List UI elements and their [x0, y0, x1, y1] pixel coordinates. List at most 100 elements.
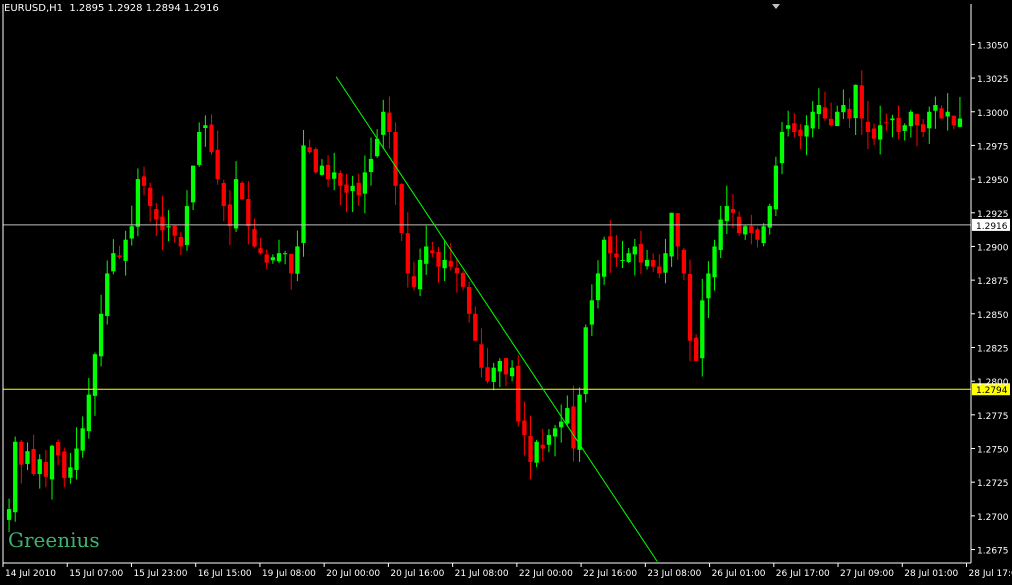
- candle-body: [927, 111, 932, 129]
- candle-body: [589, 300, 595, 325]
- price-chart[interactable]: 1.29161.2794 1.30501.30251.30001.29751.2…: [0, 0, 1012, 581]
- candle-body: [141, 176, 147, 186]
- candle-body: [166, 226, 171, 228]
- y-tick-label: 1.2975: [977, 142, 1009, 152]
- candle-body: [491, 367, 496, 382]
- candle-body: [356, 182, 361, 196]
- candle-body: [86, 394, 91, 432]
- candle-body: [442, 259, 447, 269]
- candle-body: [276, 253, 282, 262]
- candle-body: [319, 165, 325, 175]
- candle-body: [632, 246, 637, 255]
- candle-body: [528, 435, 533, 462]
- y-tick-label: 1.2825: [977, 344, 1009, 354]
- y-tick-label: 1.2775: [977, 412, 1009, 422]
- candle-body: [896, 117, 901, 132]
- candle-body: [595, 273, 601, 301]
- candle-body: [485, 367, 490, 382]
- candle-body: [810, 111, 815, 129]
- candle-body: [497, 360, 502, 372]
- candle-body: [669, 212, 674, 257]
- candle-body: [197, 131, 202, 165]
- candle-body: [816, 105, 821, 114]
- candle-body: [657, 266, 662, 274]
- chart-window[interactable]: 1.2916 1.2794 1.3050 1.3025 1.3000 1.2975 1.2…: [0, 0, 1012, 581]
- candle-body: [301, 145, 306, 243]
- candle-body: [393, 131, 398, 186]
- candle-body: [693, 337, 699, 361]
- candle-body: [74, 448, 79, 471]
- candle-body: [49, 445, 55, 480]
- candle-body: [859, 85, 864, 119]
- candle-body: [307, 147, 312, 153]
- candle-body: [178, 236, 183, 247]
- candle-body: [258, 248, 263, 254]
- candle-body: [454, 267, 460, 274]
- y-tick-label: 1.2875: [977, 277, 1009, 287]
- candle-body: [847, 108, 852, 119]
- candle-body: [920, 124, 926, 132]
- candle-body: [601, 239, 607, 277]
- x-tick-label: 20 Jul 00:00: [326, 569, 380, 579]
- candle-body: [221, 182, 226, 207]
- candle-body: [614, 253, 619, 258]
- candle-body: [460, 272, 466, 287]
- y-tick-label: 1.2900: [977, 243, 1009, 253]
- candle-body: [828, 118, 834, 126]
- candle-body: [902, 125, 907, 131]
- candle-body: [184, 206, 190, 245]
- candle-body: [951, 115, 956, 126]
- symbol-label: EURUSD,H1: [4, 3, 64, 14]
- candle-body: [945, 111, 950, 117]
- candle-body: [822, 107, 828, 119]
- candle-body: [761, 226, 766, 244]
- candle-body: [890, 118, 895, 121]
- candle-body: [282, 253, 288, 255]
- candle-body: [571, 406, 576, 449]
- candle-body: [43, 462, 49, 477]
- y-tick-label: 1.3000: [977, 109, 1009, 119]
- candle-body: [552, 428, 558, 437]
- candle-body: [411, 276, 417, 287]
- candle-body: [908, 111, 914, 127]
- candle-body: [841, 105, 846, 113]
- x-tick-label: 23 Jul 08:00: [647, 569, 701, 579]
- y-tick-label: 1.2925: [977, 210, 1009, 220]
- x-tick-label: 26 Jul 17:00: [776, 569, 830, 579]
- candle-body: [687, 273, 693, 341]
- candle-body: [565, 408, 570, 424]
- candle-body: [381, 111, 386, 135]
- candle-body: [509, 367, 515, 377]
- y-tick-label: 1.2750: [977, 446, 1009, 456]
- candle-body: [540, 444, 545, 449]
- candle-body: [436, 251, 441, 267]
- y-tick-label: 1.3025: [977, 75, 1009, 85]
- x-tick-label: 28 Jul 01:00: [904, 569, 958, 579]
- candle-body: [638, 243, 644, 263]
- candle-body: [516, 365, 521, 422]
- candle-body: [405, 233, 410, 274]
- candle-body: [111, 253, 116, 272]
- candle-body: [430, 250, 435, 254]
- candle-body: [706, 273, 711, 299]
- candle-body: [246, 199, 251, 227]
- candle-body: [240, 182, 245, 200]
- x-tick-label: 28 Jul 17:00: [969, 569, 1012, 579]
- x-tick-label: 15 Jul 23:00: [133, 569, 187, 579]
- candle-body: [933, 105, 938, 111]
- candle-body: [25, 451, 30, 464]
- candle-body: [724, 206, 729, 222]
- candle-body: [129, 226, 134, 239]
- candle-body: [473, 313, 478, 341]
- candle-body: [338, 173, 343, 186]
- candle-body: [135, 179, 141, 227]
- candle-body: [583, 327, 588, 395]
- chart-header: EURUSD,H1 1.2895 1.2928 1.2894 1.2916: [4, 3, 219, 14]
- x-tick-label: 16 Jul 15:00: [198, 569, 252, 579]
- candle-body: [6, 509, 12, 520]
- y-tick-label: 1.2800: [977, 378, 1009, 388]
- candle-body: [417, 259, 423, 290]
- candle-body: [700, 300, 705, 359]
- candle-body: [651, 260, 656, 267]
- candle-body: [368, 158, 374, 173]
